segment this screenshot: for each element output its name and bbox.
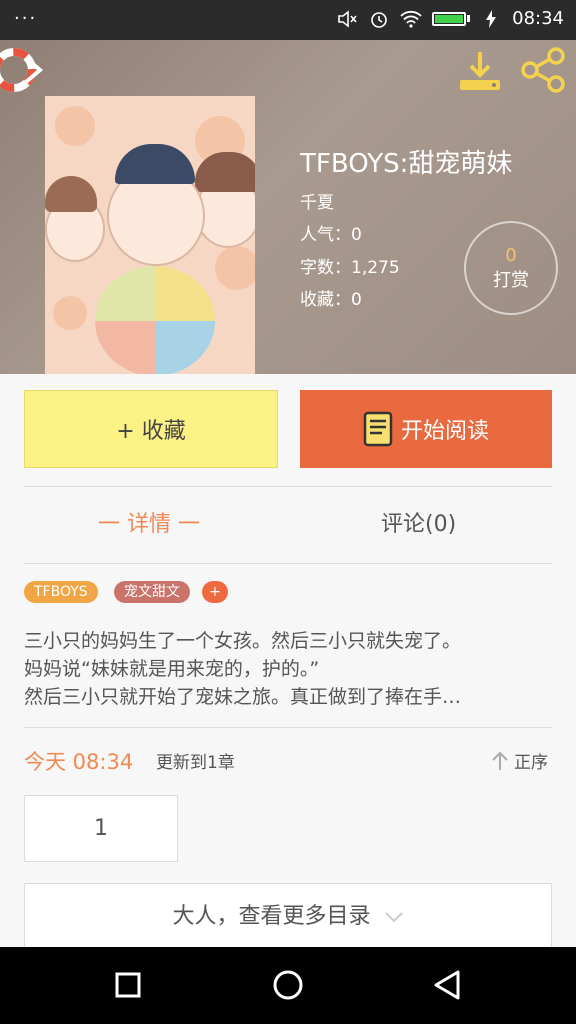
tab-comments[interactable]: 评论(0) <box>381 508 456 542</box>
tag-sweet-romance[interactable]: 宠文甜文 <box>114 581 190 603</box>
book-icon <box>363 411 393 447</box>
book-header: TFBOYS:甜宠萌妹 千夏 人气：0 字数：1,275 收藏：0 0 打赏 <box>0 40 576 374</box>
add-tag-button[interactable]: + <box>202 581 228 603</box>
system-nav-bar <box>0 947 576 1024</box>
update-date: 今天 08:34 <box>24 750 134 774</box>
home-button[interactable] <box>266 963 310 1007</box>
lifebuoy-back-icon <box>0 48 44 92</box>
more-catalog-label: 大人，查看更多目录 <box>172 904 371 929</box>
tag-tfboys[interactable]: TFBOYS <box>24 581 98 603</box>
back-button[interactable] <box>0 42 44 98</box>
tip-label: 打赏 <box>493 270 529 291</box>
battery-icon <box>432 11 467 26</box>
alarm-icon <box>368 10 390 28</box>
charging-icon <box>480 9 502 28</box>
update-status: 更新到1章 <box>156 753 235 773</box>
book-favorites-count: 收藏：0 <box>300 290 362 310</box>
wifi-icon <box>400 10 422 28</box>
download-button[interactable] <box>458 48 502 92</box>
start-reading-button[interactable]: 开始阅读 <box>300 390 552 468</box>
tab-detail[interactable]: 一 详情 一 <box>98 508 200 542</box>
sort-order-label: 正序 <box>514 753 548 773</box>
sort-order-button[interactable]: 正序 <box>490 748 548 773</box>
book-cover-image[interactable] <box>45 96 255 374</box>
recent-apps-button[interactable] <box>106 963 150 1007</box>
add-favorite-button[interactable]: + 收藏 <box>24 390 278 468</box>
status-icons: 08:34 <box>336 8 564 29</box>
tip-button[interactable]: 0 打赏 <box>464 221 558 315</box>
status-time: 08:34 <box>512 8 564 29</box>
synopsis[interactable]: 三小只的妈妈生了一个女孩。然后三小只就失宠了。 妈妈说“妹妹就是用来宠的，护的。… <box>24 627 552 711</box>
more-catalog-button[interactable]: 大人，查看更多目录 <box>24 883 552 947</box>
book-word-count: 字数：1,275 <box>300 258 400 278</box>
share-icon <box>521 47 565 93</box>
synopsis-line: 三小只的妈妈生了一个女孩。然后三小只就失宠了。 <box>24 630 462 652</box>
share-button[interactable] <box>520 46 568 94</box>
chevron-down-icon <box>384 912 403 923</box>
book-author[interactable]: 千夏 <box>300 188 334 213</box>
divider <box>24 486 552 487</box>
divider <box>24 727 552 728</box>
book-popularity: 人气：0 <box>300 225 362 245</box>
status-bar: ··· 08:34 <box>0 0 576 40</box>
synopsis-line: 妈妈说“妹妹就是用来宠的，护的。” <box>24 658 320 680</box>
tip-count: 0 <box>505 245 517 266</box>
chapter-item[interactable]: 1 <box>24 795 178 862</box>
add-favorite-label: + 收藏 <box>116 419 186 444</box>
download-icon <box>460 52 500 90</box>
synopsis-line: 然后三小只就开始了宠妹之旅。真正做到了捧在手… <box>24 686 462 708</box>
book-title: TFBOYS:甜宠萌妹 <box>300 149 513 179</box>
arrow-up-icon <box>492 751 508 770</box>
divider <box>24 563 552 564</box>
back-nav-button[interactable] <box>426 963 470 1007</box>
mute-icon <box>336 9 358 28</box>
start-reading-label: 开始阅读 <box>400 419 489 444</box>
notification-dots: ··· <box>14 8 38 29</box>
